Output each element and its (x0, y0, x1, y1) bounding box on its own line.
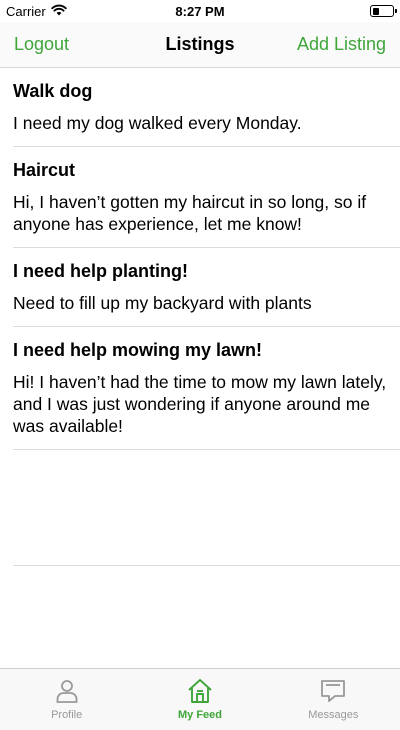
logout-button[interactable]: Logout (14, 34, 69, 55)
listing-title: I need help mowing my lawn! (13, 340, 263, 360)
listing-title: I need help planting! (13, 261, 188, 281)
person-icon (53, 677, 81, 705)
carrier-label: Carrier (6, 3, 46, 19)
home-icon (186, 677, 214, 705)
wifi-icon (51, 4, 67, 19)
listing-body: Hi! I haven’t had the time to mow my law… (13, 372, 387, 436)
tab-messages[interactable]: Messages (267, 669, 400, 730)
tab-label: My Feed (177, 709, 222, 721)
tab-label: Messages (308, 709, 359, 721)
tab-bar: Profile My Feed Messages (0, 668, 400, 730)
empty-row-divider (13, 565, 400, 566)
list-item[interactable]: Haircut Hi, I haven’t gotten my haircut … (13, 147, 400, 248)
tab-label: Profile (51, 709, 83, 721)
listing-body: Hi, I haven’t gotten my haircut in so lo… (13, 192, 367, 234)
status-left: Carrier (6, 4, 67, 19)
list-item[interactable]: I need help planting! Need to fill up my… (13, 248, 400, 327)
battery-fill (372, 7, 380, 15)
tab-profile[interactable]: Profile (0, 669, 133, 730)
battery-icon (370, 5, 397, 17)
navigation-bar: Logout Listings Add Listing (0, 22, 400, 68)
tab-my-feed[interactable]: My Feed (133, 669, 266, 730)
chat-icon (319, 677, 347, 705)
listing-title: Haircut (13, 160, 76, 180)
add-listing-button[interactable]: Add Listing (297, 34, 386, 55)
listing-title: Walk dog (13, 81, 93, 101)
listing-body: Need to fill up my backyard with plants (13, 293, 312, 313)
listings-list: Walk dog I need my dog walked every Mond… (0, 68, 400, 450)
status-bar: Carrier 8:27 PM (0, 0, 400, 22)
list-item[interactable]: I need help mowing my lawn! Hi! I haven’… (13, 327, 400, 450)
listing-body: I need my dog walked every Monday. (13, 113, 302, 133)
list-item[interactable]: Walk dog I need my dog walked every Mond… (13, 68, 400, 147)
